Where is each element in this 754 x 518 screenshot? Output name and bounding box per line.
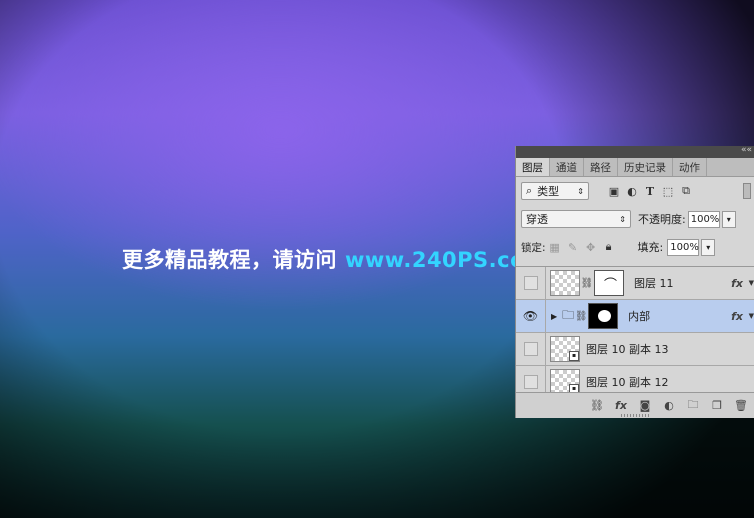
layers-list: ⛓ ⌒ 图层 11 fx ▼ 👁︎ ▶ 🗀 ⛓ 内部 fx ▼ ▪ 图层 10 … (516, 266, 754, 393)
visibility-toggle[interactable] (516, 366, 546, 393)
chevron-down-icon[interactable]: ▼ (749, 279, 754, 287)
layer-name: 图层 10 副本 13 (586, 343, 669, 356)
panel-bottom-toolbar: ⛓ fx ◙ ◐ 🗀 ❐ 🗑︎ (516, 392, 754, 418)
new-layer-icon[interactable]: ❐ (709, 399, 725, 412)
fill-dropdown-button[interactable]: ▾ (701, 238, 716, 256)
folder-icon: 🗀 (562, 307, 575, 322)
filter-toggle[interactable] (743, 183, 751, 199)
shape-filter-icon[interactable]: ⬚ (659, 185, 677, 198)
layer-row-10-copy-13[interactable]: ▪ 图层 10 副本 13 (516, 333, 754, 366)
chevron-down-icon[interactable]: ▼ (749, 312, 754, 320)
layer-thumbnail: ▪ (550, 369, 580, 393)
layer-row-11[interactable]: ⛓ ⌒ 图层 11 fx ▼ (516, 267, 754, 300)
lock-all-icon[interactable]: 🔒︎ (600, 240, 618, 254)
smart-object-icon: ▪ (569, 351, 579, 361)
fill-label: 填充: (637, 241, 664, 254)
hidden-box (523, 375, 538, 389)
layer-thumbnail: ▪ (550, 336, 580, 362)
lock-transparent-icon[interactable]: ▦ (546, 241, 564, 254)
folder-icon[interactable]: 🗀 (685, 396, 701, 415)
hidden-box (523, 342, 538, 356)
lock-label: 锁定: (521, 241, 546, 254)
filter-kind-label: 类型 (537, 185, 560, 198)
trash-icon[interactable]: 🗑︎ (733, 399, 749, 412)
lock-row: 锁定: ▦ ✎ ✥ 🔒︎ 填充: 100% ▾ (516, 233, 754, 261)
adjustment-filter-icon[interactable]: ◐ (623, 185, 641, 198)
fx-icon[interactable]: fx (731, 277, 743, 290)
chain-link-icon[interactable]: ⛓ (580, 278, 594, 289)
layer-name: 图层 11 (634, 277, 674, 290)
fx-icon[interactable]: fx (731, 310, 743, 323)
image-filter-icon[interactable]: ▣ (605, 185, 623, 198)
smart-object-filter-icon[interactable]: ⧉ (677, 184, 695, 198)
mask-icon[interactable]: ◙ (637, 399, 653, 412)
layer-row-group-inner[interactable]: 👁︎ ▶ 🗀 ⛓ 内部 fx ▼ (516, 300, 754, 333)
visibility-toggle[interactable] (516, 333, 546, 365)
opacity-input[interactable]: 100% (687, 210, 720, 228)
panel-tabs: 图层 通道 路径 历史记录 动作 (516, 158, 754, 177)
group-mask-thumbnail[interactable] (588, 303, 619, 329)
stepper-icon: ⇕ (577, 186, 584, 196)
hidden-box (523, 276, 538, 290)
expand-arrow-icon[interactable]: ▶ (551, 312, 557, 321)
fx-icon[interactable]: fx (613, 399, 629, 412)
lock-paint-icon[interactable]: ✎ (564, 241, 582, 254)
blend-mode-value: 穿透 (526, 213, 548, 226)
opacity-dropdown-button[interactable]: ▾ (721, 210, 736, 228)
resize-grip[interactable] (621, 414, 649, 417)
collapse-icon[interactable]: «« (741, 145, 752, 155)
tab-actions[interactable]: 动作 (673, 158, 707, 176)
mask-shape-icon: ⌒ (604, 278, 618, 293)
tab-history[interactable]: 历史记录 (618, 158, 673, 176)
lock-position-icon[interactable]: ✥ (582, 241, 600, 254)
filter-kind-select[interactable]: ⌕ 类型 ⇕ (521, 182, 589, 200)
visibility-toggle[interactable]: 👁︎ (516, 300, 546, 332)
watermark: 更多精品教程，请访问 www.240PS.com (122, 244, 547, 274)
layers-panel: «« 图层 通道 路径 历史记录 动作 ⌕ 类型 ⇕ ▣ ◐ T ⬚ ⧉ 穿透 … (515, 145, 754, 418)
filter-row: ⌕ 类型 ⇕ ▣ ◐ T ⬚ ⧉ (516, 177, 754, 205)
chain-link-icon[interactable]: ⛓ (574, 311, 588, 322)
type-filter-icon[interactable]: T (641, 185, 659, 198)
layer-name: 图层 10 副本 12 (586, 376, 669, 389)
blend-mode-select[interactable]: 穿透 ⇕ (521, 210, 631, 228)
layer-row-10-copy-12[interactable]: ▪ 图层 10 副本 12 (516, 366, 754, 393)
layer-thumbnail (550, 270, 580, 296)
tab-layers[interactable]: 图层 (516, 158, 550, 176)
tab-paths[interactable]: 路径 (584, 158, 618, 176)
panel-title-bar: «« (516, 145, 754, 158)
layer-name: 内部 (628, 310, 651, 323)
adjustment-icon[interactable]: ◐ (661, 399, 677, 412)
watermark-text: 更多精品教程，请访问 (122, 248, 337, 272)
blend-row: 穿透 ⇕ 不透明度: 100% ▾ (516, 205, 754, 233)
stepper-icon: ⇕ (619, 214, 626, 224)
opacity-label: 不透明度: (638, 213, 686, 226)
fill-input[interactable]: 100% (667, 238, 700, 256)
layer-mask-thumbnail[interactable]: ⌒ (594, 270, 624, 296)
eye-icon: 👁︎ (522, 309, 539, 323)
visibility-toggle[interactable] (516, 267, 546, 299)
search-icon: ⌕ (526, 184, 533, 197)
tab-channels[interactable]: 通道 (550, 158, 584, 176)
link-icon[interactable]: ⛓ (589, 399, 605, 412)
